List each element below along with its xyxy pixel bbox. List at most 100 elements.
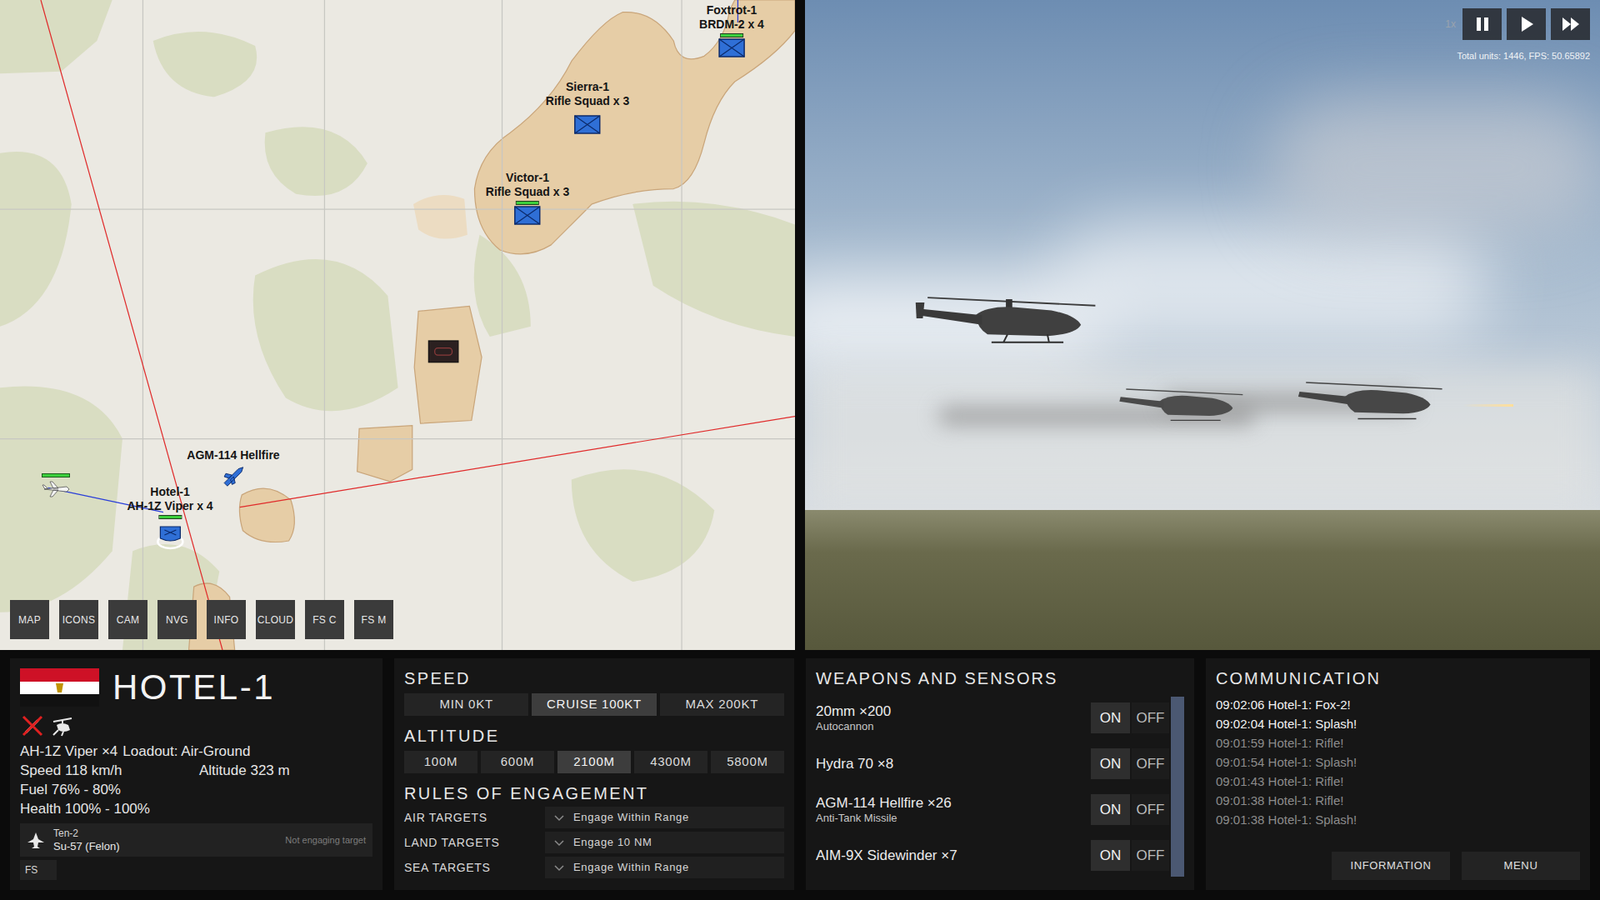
scrollbar-track[interactable] bbox=[1170, 696, 1185, 877]
option-label: MAX 200KT bbox=[685, 695, 760, 715]
map-button[interactable]: FS C bbox=[305, 600, 345, 640]
communication-panel: COMMUNICATION09:02:06 Hotel-1: Fox-2!09:… bbox=[1205, 658, 1590, 890]
roe-label: AIR TARGETS bbox=[404, 809, 545, 827]
map-button[interactable]: CAM bbox=[108, 600, 148, 640]
play-button[interactable] bbox=[1506, 8, 1546, 40]
target-box[interactable]: Ten-2Su-57 (Felon)Not engaging target bbox=[20, 823, 373, 857]
helicopter-icon bbox=[50, 713, 75, 739]
cloud bbox=[1271, 100, 1600, 234]
missile-icon bbox=[220, 464, 246, 490]
map-button[interactable]: CLOUD bbox=[255, 600, 295, 640]
weapon-toggle: ON OFF bbox=[1090, 840, 1170, 871]
on-button[interactable]: ON bbox=[1090, 748, 1130, 780]
off-label: OFF bbox=[1136, 845, 1165, 867]
escort-aircraft[interactable] bbox=[41, 473, 70, 499]
fast-button[interactable] bbox=[1550, 8, 1590, 40]
off-label: OFF bbox=[1136, 753, 1165, 775]
unit-panel: HOTEL-1AH-1Z Viper ×4Loadout: Air-Ground… bbox=[10, 658, 383, 890]
weapons-body: 20mm ×200AutocannonONOFFHydra 70 ×8ONOFF… bbox=[815, 696, 1185, 877]
map-button[interactable]: ICONS bbox=[59, 600, 99, 640]
message: 09:01:54 Hotel-1: Splash! bbox=[1215, 752, 1580, 772]
on-button[interactable]: ON bbox=[1090, 794, 1130, 825]
map-marker[interactable]: Victor-1Rifle Squad x 3 bbox=[485, 170, 570, 225]
marker-detail: BRDM-2 x 4 bbox=[699, 17, 765, 32]
on-label: ON bbox=[1100, 845, 1122, 867]
weapon-type: Anti-Tank Missile bbox=[815, 811, 1091, 825]
map-button[interactable]: MAP bbox=[10, 600, 50, 640]
weapon-name: AGM-114 Hellfire ×26 bbox=[815, 794, 1091, 812]
missile-flare bbox=[1463, 404, 1514, 407]
altitude-option[interactable]: 4300M bbox=[634, 750, 708, 774]
missile-marker[interactable]: AGM-114 Hellfire bbox=[186, 448, 280, 490]
orders-panel: SPEEDMIN 0KTCRUISE 100KTMAX 200KTALTITUD… bbox=[394, 658, 795, 890]
map-button-label: FS C bbox=[312, 612, 337, 628]
marker-detail: AH-1Z Viper x 4 bbox=[126, 499, 213, 514]
roe-row: LAND TARGETSEngage 10 NM bbox=[404, 831, 785, 854]
speed-option[interactable]: CRUISE 100KT bbox=[531, 693, 656, 716]
altitude-option[interactable]: 2100M bbox=[557, 750, 631, 774]
helicopter-unit-icon bbox=[153, 520, 187, 550]
option-label: MIN 0KT bbox=[439, 695, 493, 715]
option-label: 4300M bbox=[650, 752, 692, 772]
map-marker[interactable]: Hotel-1AH-1Z Viper x 4 bbox=[126, 485, 213, 550]
message: 09:01:38 Hotel-1: Rifle! bbox=[1215, 790, 1580, 810]
off-label: OFF bbox=[1136, 707, 1165, 730]
ground-unit-icon bbox=[574, 115, 601, 135]
stats-text: Total units: 1446, FPS: 50.65892 bbox=[1456, 50, 1590, 61]
camera-view[interactable]: 1x Total units: 1446, FPS: 50.65892 bbox=[805, 0, 1600, 650]
off-button[interactable]: OFF bbox=[1131, 748, 1170, 780]
egypt-flag-icon bbox=[20, 668, 100, 707]
weapon-type: Autocannon bbox=[815, 720, 1091, 734]
weapon-toggle: ON OFF bbox=[1090, 748, 1170, 780]
ground-unit-icon bbox=[514, 205, 541, 225]
on-button[interactable]: ON bbox=[1090, 702, 1130, 734]
off-button[interactable]: OFF bbox=[1131, 840, 1170, 871]
escort-health-bar bbox=[41, 473, 70, 478]
tactical-map[interactable]: Foxtrot-1BRDM-2 x 4 Sierra-1Rifle Squad x… bbox=[0, 0, 795, 650]
speed-option[interactable]: MAX 200KT bbox=[660, 693, 785, 716]
message: 09:01:59 Hotel-1: Rifle! bbox=[1215, 733, 1580, 753]
comms-button[interactable]: INFORMATION bbox=[1331, 851, 1450, 880]
fs-button[interactable]: FS bbox=[20, 860, 57, 880]
map-marker[interactable]: Sierra-1Rifle Squad x 3 bbox=[545, 80, 630, 135]
roe-dropdown[interactable]: Engage Within Range bbox=[545, 806, 785, 829]
roe-dropdown[interactable]: Engage Within Range bbox=[545, 856, 785, 879]
weapon-name: 20mm ×200 bbox=[815, 702, 1091, 720]
chevron-down-icon bbox=[553, 812, 565, 823]
pause-button[interactable] bbox=[1462, 8, 1502, 40]
roe-dropdown[interactable]: Engage 10 NM bbox=[545, 831, 785, 854]
altitude-option[interactable]: 100M bbox=[404, 750, 478, 774]
marker-name: Foxtrot-1 bbox=[706, 3, 758, 18]
comms-button[interactable]: MENU bbox=[1461, 851, 1580, 880]
weapon-info: AIM-9X Sidewinder ×7 bbox=[815, 846, 1091, 865]
threat-lines bbox=[40, 0, 795, 650]
missile-label: AGM-114 Hellfire bbox=[186, 448, 280, 463]
ground-unit-icon bbox=[718, 38, 745, 58]
map-button-label: INFO bbox=[214, 612, 240, 628]
map-marker[interactable]: Foxtrot-1BRDM-2 x 4 bbox=[699, 3, 765, 58]
fs-label: FS bbox=[25, 864, 38, 876]
map-button[interactable]: NVG bbox=[157, 600, 197, 640]
speed-option[interactable]: MIN 0KT bbox=[404, 693, 529, 716]
altitude-option[interactable]: 5800M bbox=[710, 750, 785, 774]
weapon-info: 20mm ×200Autocannon bbox=[815, 702, 1091, 734]
roe-label: SEA TARGETS bbox=[404, 859, 545, 877]
marker-detail: Rifle Squad x 3 bbox=[545, 94, 630, 109]
target-marker bbox=[428, 340, 459, 363]
map-button[interactable]: FS M bbox=[354, 600, 394, 640]
health-bar bbox=[158, 515, 182, 520]
marker-name: Sierra-1 bbox=[565, 80, 610, 95]
pause-icon bbox=[1471, 13, 1494, 35]
missile-icon bbox=[220, 464, 246, 490]
playback-bar: 1x bbox=[1445, 8, 1590, 40]
map-button[interactable]: INFO bbox=[206, 600, 246, 640]
roe-value: Engage Within Range bbox=[573, 809, 690, 826]
scrollbar-thumb[interactable] bbox=[1170, 696, 1185, 877]
altitude-option[interactable]: 600M bbox=[480, 750, 555, 774]
off-button[interactable]: OFF bbox=[1131, 794, 1170, 825]
weapon-row: Hydra 70 ×8ONOFF bbox=[815, 742, 1170, 785]
on-button[interactable]: ON bbox=[1090, 840, 1130, 871]
off-button[interactable]: OFF bbox=[1131, 702, 1170, 734]
chevron-down-icon bbox=[553, 862, 565, 873]
grid-lines bbox=[0, 0, 795, 650]
